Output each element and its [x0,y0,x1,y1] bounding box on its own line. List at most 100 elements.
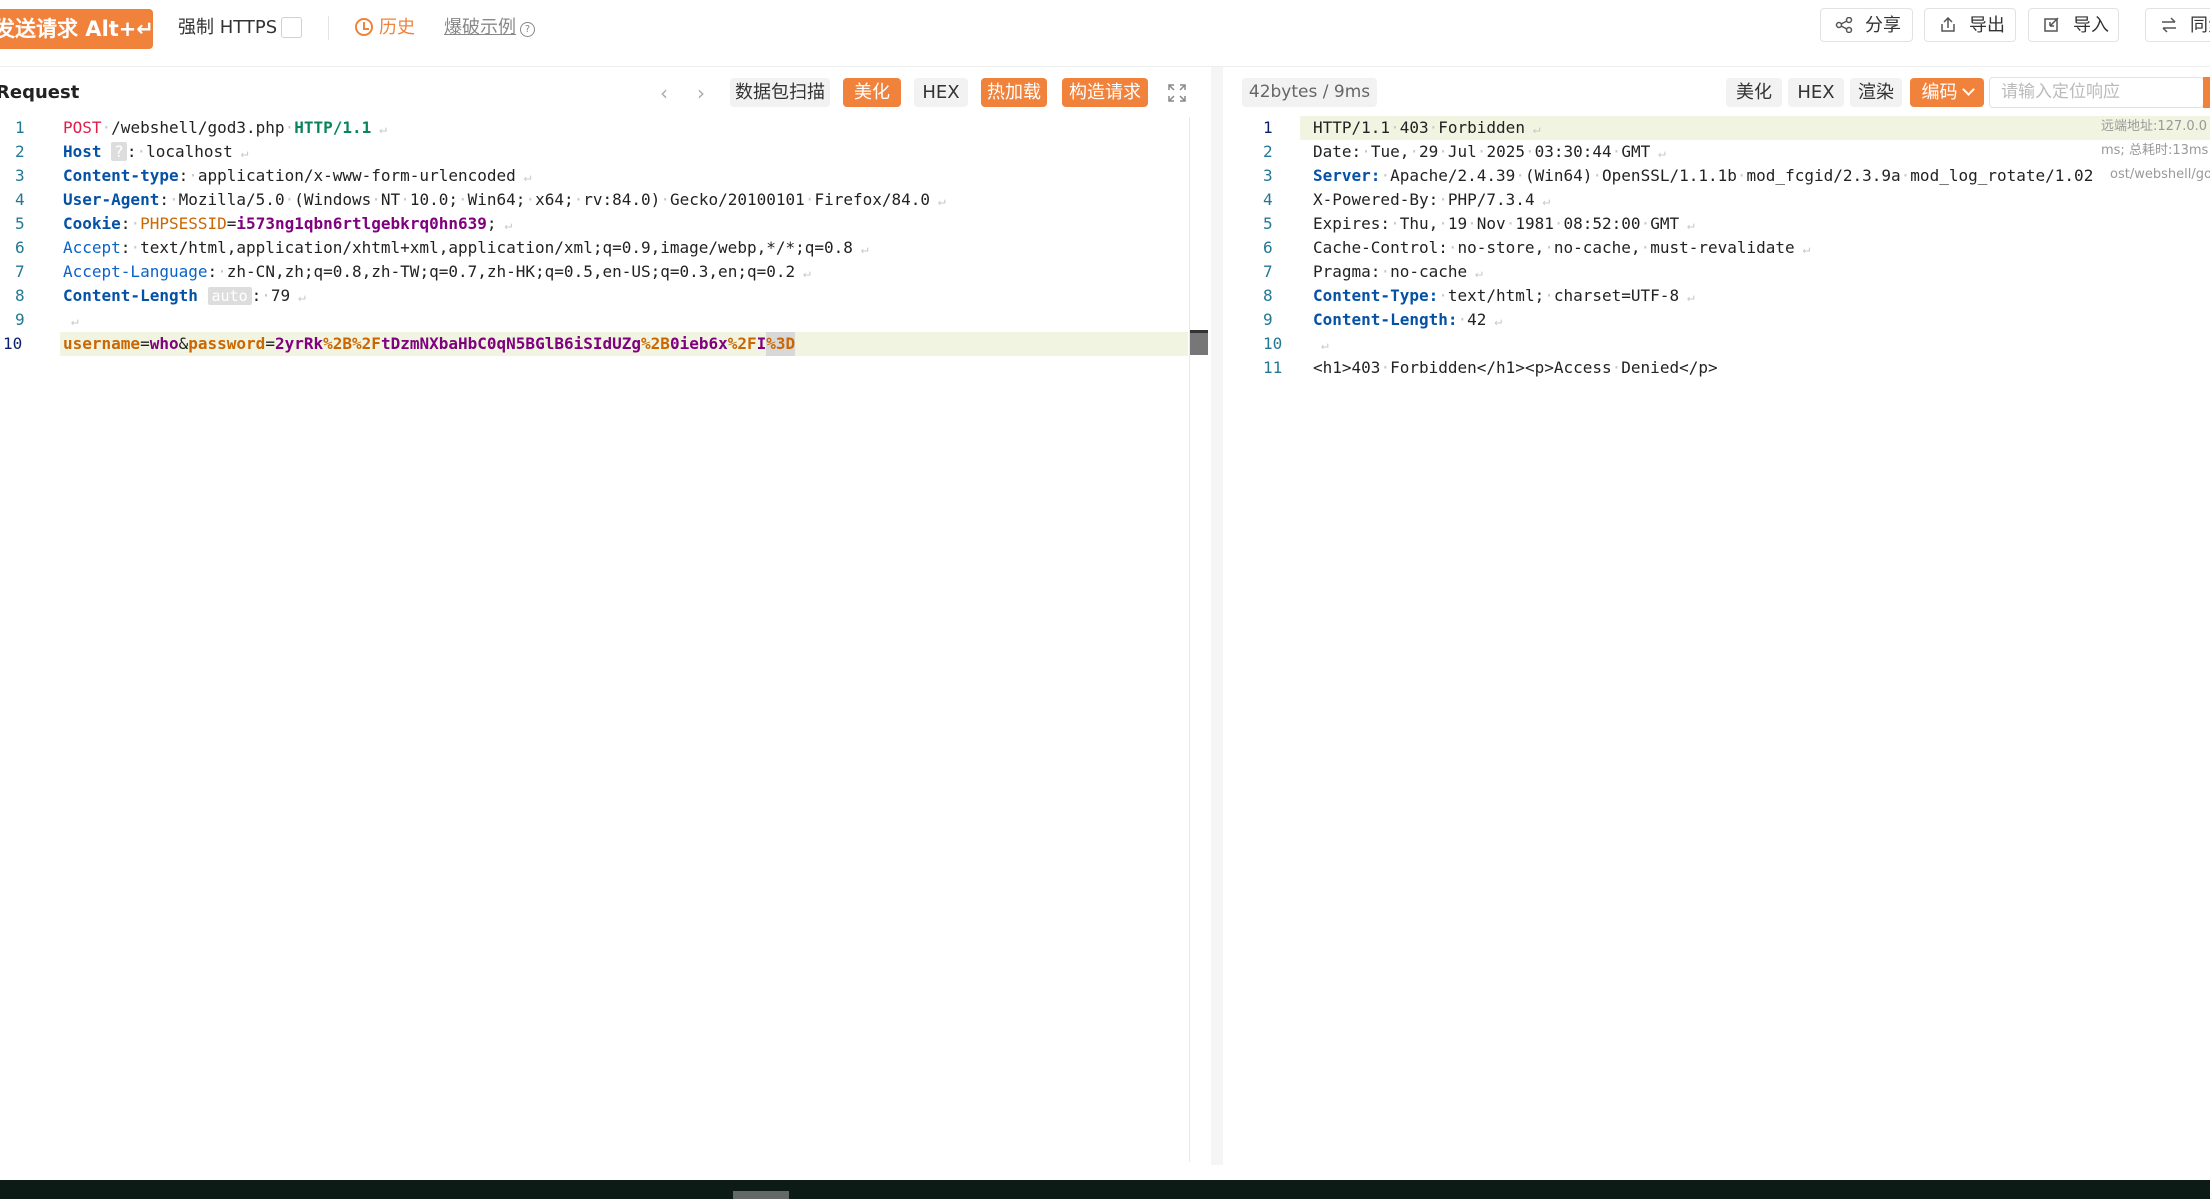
line-number: 6 [1263,238,1273,257]
code-line: POST·/webshell/god3.php·HTTP/1.1 ↵ [63,118,387,137]
request-beautify-button[interactable]: 美化 [843,78,901,107]
fullscreen-icon[interactable] [1168,84,1186,102]
line-number: 1 [15,118,25,137]
response-search-input[interactable]: 请输入定位响应 [1989,77,2204,108]
response-body: <h1>403·Forbidden</h1><p>Access·Denied</… [1313,358,1718,377]
code-line: User-Agent:·Mozilla/5.0·(Windows·NT·10.0… [63,190,946,209]
whitespace-marker: · [1361,142,1371,161]
response-beautify-button[interactable]: 美化 [1726,78,1782,107]
whitespace-marker: · [1611,358,1622,377]
whitespace-marker: · [1900,166,1911,185]
code-line: Cookie:·PHPSESSID=i573ng1qbn6rtlgebkrq0h… [63,214,513,233]
header-text: Date:·Tue,·29·Jul·2025·03:30:44·GMT [1313,142,1651,161]
share-icon [1835,17,1853,33]
whitespace-marker: · [1428,118,1439,137]
body-key: username [63,334,141,353]
encoding-dropdown[interactable]: 编码 [1910,78,1984,107]
whitespace-marker: · [458,190,468,209]
code-line: Cache-Control:·no-store,·no-cache,·must-… [1313,238,1811,257]
line-number: 4 [1263,190,1273,209]
line-number: 9 [15,310,25,329]
force-https-checkbox[interactable] [281,17,302,38]
line-number: 7 [1263,262,1273,281]
code-line: ↵ [1313,338,1329,353]
whitespace-marker: · [1447,238,1458,257]
send-request-button[interactable]: 发送请求 Alt+↵ [0,9,153,49]
line-number: 5 [1263,214,1273,233]
encoding-label: 编码 [1921,82,1958,103]
line-number: 2 [15,142,25,161]
whitespace-marker: · [1438,214,1448,233]
export-button[interactable]: 导出 [1924,8,2016,42]
url-escape: %2F [727,334,757,353]
whitespace-marker: · [1409,142,1419,161]
line-number: 4 [15,190,25,209]
whitespace-marker: · [1380,358,1391,377]
line-number: 3 [1263,166,1273,185]
taskbar-item[interactable] [733,1191,789,1199]
body-value: 0ieb6x [669,334,728,353]
http-protocol: HTTP/1.1 [294,118,372,137]
sync-label: 同步 [2190,15,2210,36]
whitespace-marker: · [400,190,410,209]
code-line: X-Powered-By:·PHP/7.3.4 ↵ [1313,190,1551,209]
export-label: 导出 [1969,15,2005,36]
header-value: 42 [1467,310,1487,329]
import-button[interactable]: 导入 [2028,8,2119,42]
brute-example-link[interactable]: 爆破示例? [444,16,535,40]
request-path: /webshell/god3.php [111,118,285,137]
whitespace-marker: · [284,190,295,209]
whitespace-marker: · [1592,166,1603,185]
whitespace-marker: · [1640,238,1651,257]
whitespace-marker: · [1524,142,1535,161]
header-value: zh-CN,zh;q=0.8,zh-TW;q=0.7,zh-HK;q=0.5,e… [226,262,796,281]
export-icon [1941,17,1955,32]
url-escape: %2B [323,334,353,353]
share-button[interactable]: 分享 [1820,8,1913,42]
code-line: Accept:·text/html,application/xhtml+xml,… [63,238,869,257]
panel-splitter[interactable] [1211,67,1223,1165]
line-number: 9 [1263,310,1273,329]
header-key: Host [63,142,102,161]
header-key: Content-Length [63,286,198,305]
code-line: HTTP/1.1·403·Forbidden ↵ [1313,118,1541,137]
line-number: 8 [1263,286,1273,305]
whitespace-marker: · [1390,214,1400,233]
history-link[interactable]: 历史 [355,15,415,41]
header-value: localhost [146,142,233,161]
chevron-left-icon[interactable]: ‹ [660,83,676,103]
header-key: Cookie [63,214,121,233]
construct-request-button[interactable]: 构造请求 [1062,78,1148,107]
hint-badge[interactable]: ? [111,142,127,161]
response-hex-button[interactable]: HEX [1788,78,1844,107]
request-hex-button[interactable]: HEX [914,78,968,107]
chevron-right-icon[interactable]: › [697,83,713,103]
line-number: 3 [15,166,25,185]
whitespace-marker: · [1438,142,1448,161]
sync-button[interactable]: 同步 [2145,8,2210,42]
render-button[interactable]: 渲染 [1850,78,1902,107]
header-value: Mozilla/5.0·(Windows·NT·10.0;·Win64;·x64… [178,190,931,209]
auto-badge[interactable]: auto [207,287,252,305]
packet-scan-button[interactable]: 数据包扫描 [730,78,830,107]
whitespace-marker: · [371,190,381,209]
response-search-button[interactable] [2203,77,2210,108]
http-method: POST [63,118,102,137]
code-line: username=who&password=2yrRk%2B%2FtDzmNXb… [63,332,796,356]
header-text: Pragma:·no-cache [1313,262,1468,281]
code-line: Host ?:·localhost ↵ [63,142,249,161]
whitespace-marker: · [1553,214,1564,233]
chevron-down-icon [1961,83,1975,96]
header-value: text/html;·charset=UTF-8 [1447,286,1680,305]
request-scroll-thumb[interactable] [1190,330,1208,355]
clock-icon [355,18,373,36]
header-text: Expires:·Thu,·19·Nov·1981·08:52:00·GMT [1313,214,1680,233]
response-editor[interactable]: 1 HTTP/1.1·403·Forbidden ↵ 2 Date:·Tue,·… [0,0,2093,627]
body-value: I [756,334,767,353]
code-line: Accept-Language:·zh-CN,zh;q=0.8,zh-TW;q=… [63,262,811,281]
status-line: HTTP/1.1·403·Forbidden [1313,118,1525,137]
hot-load-button[interactable]: 热加载 [981,78,1047,107]
header-text: X-Powered-By:·PHP/7.3.4 [1313,190,1535,209]
header-key: Content-Length: [1313,310,1458,329]
request-scroll-track [1189,117,1190,1162]
